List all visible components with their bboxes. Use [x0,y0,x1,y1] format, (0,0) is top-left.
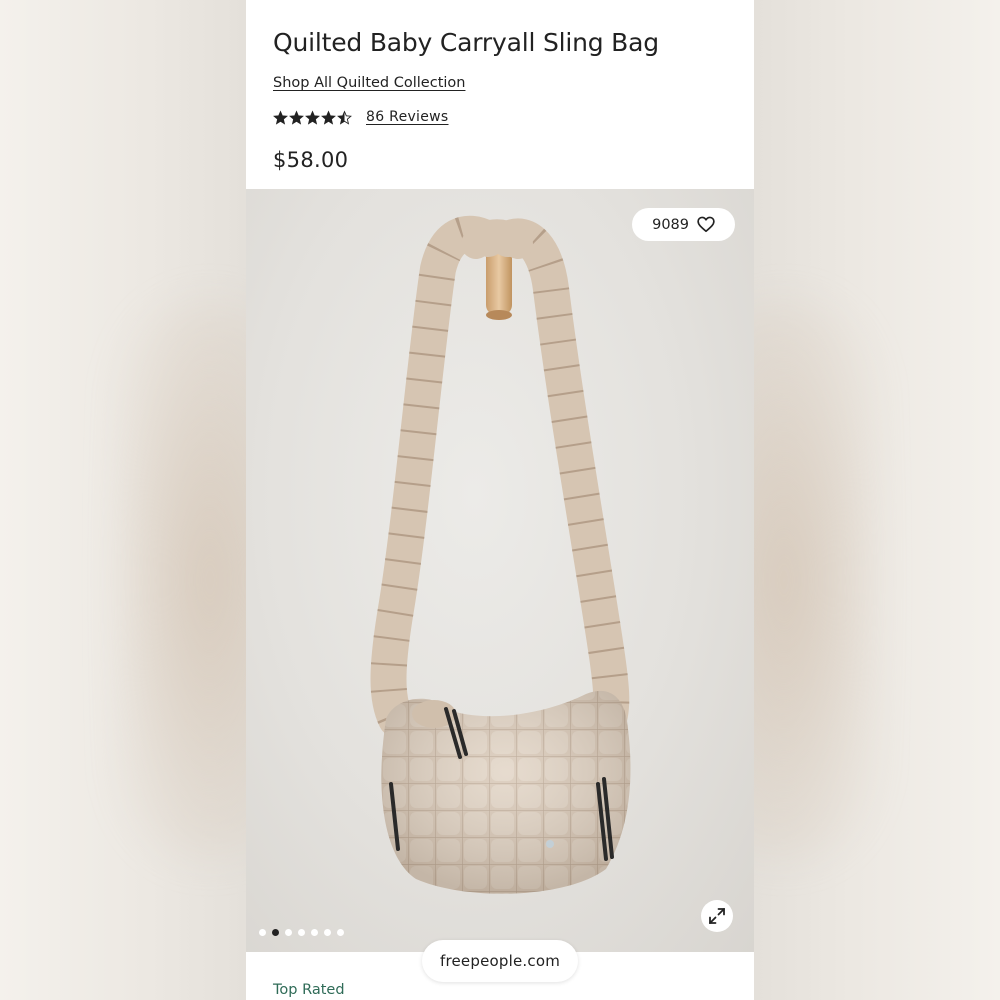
logo-patch [546,840,554,848]
favorite-count: 9089 [652,216,689,233]
gallery-pagination [259,929,344,936]
pagination-dot[interactable] [337,929,344,936]
pagination-dot[interactable] [311,929,318,936]
fullscreen-button[interactable] [701,900,733,932]
heart-icon [697,216,715,233]
expand-icon [709,908,725,924]
star-icon [289,109,304,125]
top-rated-label: Top Rated [273,982,345,998]
star-rating [273,109,352,125]
pagination-dot[interactable] [285,929,292,936]
star-icon [305,109,320,125]
star-icon [273,109,288,125]
star-icon [321,109,336,125]
reviews-link[interactable]: 86 Reviews [366,109,449,125]
pagination-dot[interactable] [259,929,266,936]
bag-body [381,690,631,894]
pagination-dot[interactable] [324,929,331,936]
pagination-dot[interactable] [298,929,305,936]
blurred-backdrop-right [754,0,1000,1000]
star-icon [337,109,352,125]
product-price: $58.00 [273,148,349,172]
product-page: Quilted Baby Carryall Sling Bag Shop All… [246,0,754,1000]
site-watermark: freepeople.com [422,940,578,982]
product-title: Quilted Baby Carryall Sling Bag [273,28,659,57]
pagination-dot[interactable] [272,929,279,936]
product-image-gallery[interactable]: 9089 [246,189,754,952]
favorite-button[interactable]: 9089 [632,208,735,241]
product-image [370,215,631,894]
shop-collection-link[interactable]: Shop All Quilted Collection [273,75,465,91]
blurred-backdrop-left [0,0,246,1000]
rating-row: 86 Reviews [273,109,449,125]
